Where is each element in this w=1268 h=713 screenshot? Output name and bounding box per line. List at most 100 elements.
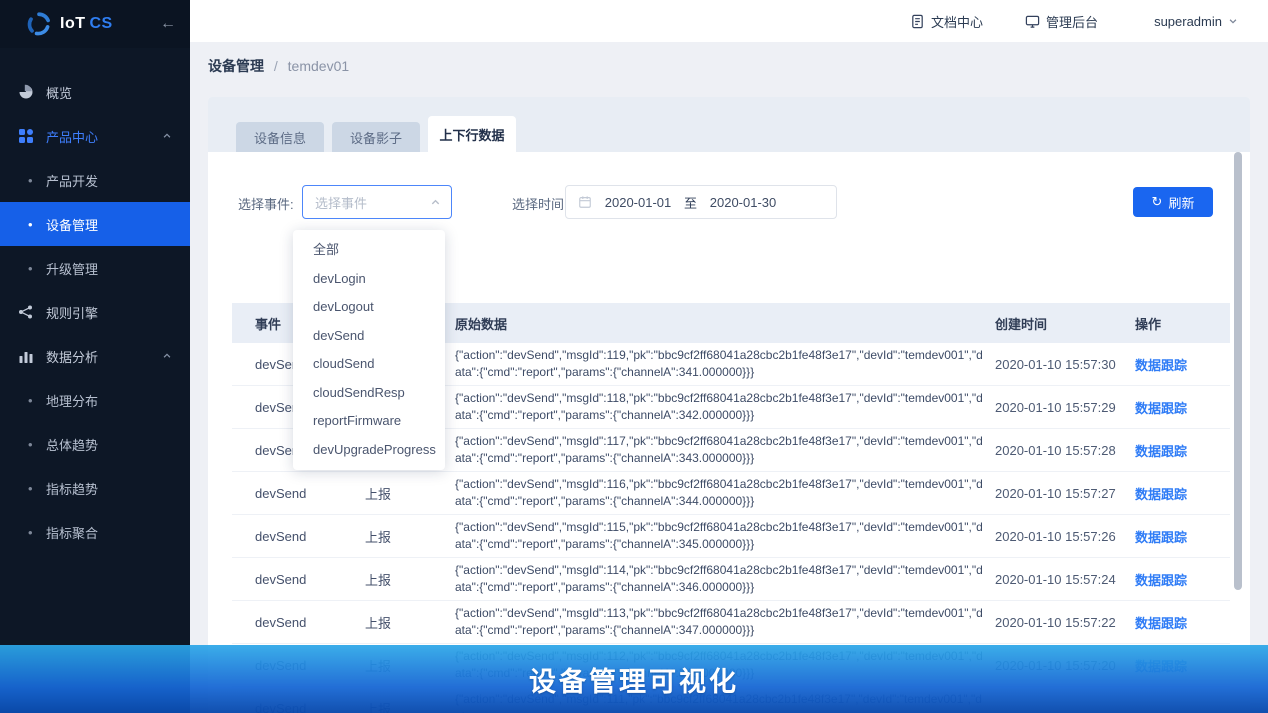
dropdown-option-cloudSendResp[interactable]: cloudSendResp xyxy=(293,379,445,408)
breadcrumb-current: temdev01 xyxy=(287,58,350,74)
dropdown-option-devUpgradeProgress[interactable]: devUpgradeProgress xyxy=(293,436,445,465)
dropdown-option-devLogin[interactable]: devLogin xyxy=(293,265,445,294)
data-trace-link[interactable]: 数据跟踪 xyxy=(1135,484,1215,503)
cell-created-time: 2020-01-10 15:57:26 xyxy=(995,528,1116,544)
sidebar-menu: 概览 产品中心 • 产品开发 • 设备管理 • 升级管理 规则引擎 数据分析 • 地理分布 • 总体趋势 •… xyxy=(0,48,190,554)
sidebar-item-4[interactable]: • 升级管理 xyxy=(0,246,190,290)
dropdown-option-cloudSend[interactable]: cloudSend xyxy=(293,350,445,379)
sidebar-item-9[interactable]: • 指标趋势 xyxy=(0,466,190,510)
breadcrumb: 设备管理 / temdev01 xyxy=(208,56,349,76)
filter-row: 选择事件: 选择事件 选择时间: 2020-01-01 至 2020-01-30 xyxy=(208,185,1250,219)
event-select[interactable]: 选择事件 xyxy=(302,185,452,219)
logo: IoT CS ← xyxy=(0,0,190,48)
time-filter-label: 选择时间: xyxy=(512,197,568,212)
data-trace-link[interactable]: 数据跟踪 xyxy=(1135,441,1215,460)
username: superadmin xyxy=(1154,13,1222,29)
cell-type: 上报 xyxy=(365,529,392,545)
doc-center-label: 文档中心 xyxy=(931,14,984,30)
chevron-up-icon xyxy=(162,351,172,361)
bullet-icon: • xyxy=(28,524,33,540)
dropdown-option-devLogout[interactable]: devLogout xyxy=(293,293,445,322)
brand-swirl-icon xyxy=(27,12,50,36)
sidebar-item-0[interactable]: 概览 xyxy=(0,70,190,114)
data-trace-link[interactable]: 数据跟踪 xyxy=(1135,398,1215,417)
sidebar-item-label: 数据分析 xyxy=(46,349,99,365)
table-row: devSend 上报 {"action":"devSend","msgId":116… xyxy=(232,472,1230,515)
sidebar-item-5[interactable]: 规则引擎 xyxy=(0,290,190,334)
bullet-icon: • xyxy=(28,480,33,496)
cell-event: devSend xyxy=(255,528,307,544)
brand-text: IoT CS xyxy=(60,15,113,33)
cell-type: 上报 xyxy=(365,486,392,502)
collapse-sidebar-button[interactable]: ← xyxy=(160,15,176,33)
cell-event: devSend xyxy=(255,571,307,587)
dropdown-option-全部[interactable]: 全部 xyxy=(293,236,445,265)
sidebar-item-7[interactable]: • 地理分布 xyxy=(0,378,190,422)
data-trace-link[interactable]: 数据跟踪 xyxy=(1135,355,1215,374)
monitor-icon xyxy=(1025,15,1040,28)
breadcrumb-section[interactable]: 设备管理 xyxy=(208,58,264,74)
dropdown-option-reportFirmware[interactable]: reportFirmware xyxy=(293,407,445,436)
brand-cs: CS xyxy=(89,15,113,32)
date-end-value[interactable]: 2020-01-30 xyxy=(697,195,789,210)
tab-0[interactable]: 设备信息 xyxy=(236,122,324,152)
date-range-picker[interactable]: 2020-01-01 至 2020-01-30 xyxy=(565,185,837,219)
table-row: devSend 上报 {"action":"devSend","msgId":113… xyxy=(232,601,1230,644)
cell-event: devSend xyxy=(255,485,307,501)
tab-1[interactable]: 设备影子 xyxy=(332,122,420,152)
cell-type: 上报 xyxy=(365,572,392,588)
page-root: { "colors": { "accent_blue": "#1a66f0", … xyxy=(0,0,1268,713)
banner-title: 设备管理可视化 xyxy=(529,666,739,697)
bullet-icon: • xyxy=(28,392,33,408)
cell-event: devSend xyxy=(255,614,307,630)
sidebar-item-2[interactable]: • 产品开发 xyxy=(0,158,190,202)
date-start-value[interactable]: 2020-01-01 xyxy=(592,195,684,210)
topbar: 文档中心 管理后台 superadmin xyxy=(190,0,1268,42)
data-trace-link[interactable]: 数据跟踪 xyxy=(1135,527,1215,546)
column-header-2: 原始数据 xyxy=(455,316,508,332)
cell-raw-data: {"action":"devSend","msgId":115,"pk":"bb… xyxy=(455,520,983,551)
dropdown-option-devSend[interactable]: devSend xyxy=(293,322,445,351)
tab-2[interactable]: 上下行数据 xyxy=(428,116,516,152)
sidebar-item-label: 产品开发 xyxy=(46,173,99,189)
user-menu[interactable]: superadmin xyxy=(1154,14,1238,29)
refresh-button[interactable]: ↻ 刷新 xyxy=(1133,187,1213,217)
sidebar-item-1[interactable]: 产品中心 xyxy=(0,114,190,158)
date-range-separator: 至 xyxy=(684,195,698,211)
chevron-up-icon xyxy=(431,199,440,204)
sidebar-item-3[interactable]: • 设备管理 xyxy=(0,202,190,246)
refresh-icon: ↻ xyxy=(1151,194,1163,209)
doc-center-link[interactable]: 文档中心 xyxy=(910,12,983,31)
sidebar: IoT CS ← 概览 产品中心 • 产品开发 • 设备管理 • 升级管理 规则引擎 数据分析 • 地理… xyxy=(0,0,190,713)
data-trace-link[interactable]: 数据跟踪 xyxy=(1135,613,1215,632)
bullet-icon: • xyxy=(28,260,33,276)
admin-console-label: 管理后台 xyxy=(1046,14,1099,30)
sidebar-item-label: 规则引擎 xyxy=(46,305,99,321)
sidebar-item-6[interactable]: 数据分析 xyxy=(0,334,190,378)
event-filter-label: 选择事件: xyxy=(238,197,294,212)
bullet-icon: • xyxy=(28,436,33,452)
bullet-icon: • xyxy=(28,216,33,232)
sidebar-item-label: 指标趋势 xyxy=(46,481,99,497)
breadcrumb-separator: / xyxy=(273,58,278,74)
data-trace-link[interactable]: 数据跟踪 xyxy=(1135,570,1215,589)
sidebar-item-label: 升级管理 xyxy=(46,261,99,277)
sidebar-item-label: 地理分布 xyxy=(46,393,99,409)
sidebar-item-label: 产品中心 xyxy=(46,129,99,145)
cell-raw-data: {"action":"devSend","msgId":117,"pk":"bb… xyxy=(455,434,983,465)
cell-raw-data: {"action":"devSend","msgId":119,"pk":"bb… xyxy=(455,348,983,379)
sidebar-item-10[interactable]: • 指标聚合 xyxy=(0,510,190,554)
cell-created-time: 2020-01-10 15:57:24 xyxy=(995,571,1116,587)
admin-console-link[interactable]: 管理后台 xyxy=(1025,12,1098,31)
column-header-4: 操作 xyxy=(1135,316,1162,332)
tab-strip: 设备信息 设备影子 上下行数据 xyxy=(208,97,1250,152)
sidebar-item-label: 概览 xyxy=(46,85,73,101)
column-header-3: 创建时间 xyxy=(995,316,1048,332)
sidebar-item-8[interactable]: • 总体趋势 xyxy=(0,422,190,466)
chevron-down-icon xyxy=(1229,19,1237,24)
vertical-scrollbar[interactable] xyxy=(1234,152,1242,590)
tabs: 设备信息 设备影子 上下行数据 xyxy=(236,116,516,152)
table-row: devSend 上报 {"action":"devSend","msgId":114… xyxy=(232,558,1230,601)
event-dropdown: 全部 devLogin devLogout devSend cloudSend cloud… xyxy=(293,230,445,470)
bullet-icon: • xyxy=(28,172,33,188)
